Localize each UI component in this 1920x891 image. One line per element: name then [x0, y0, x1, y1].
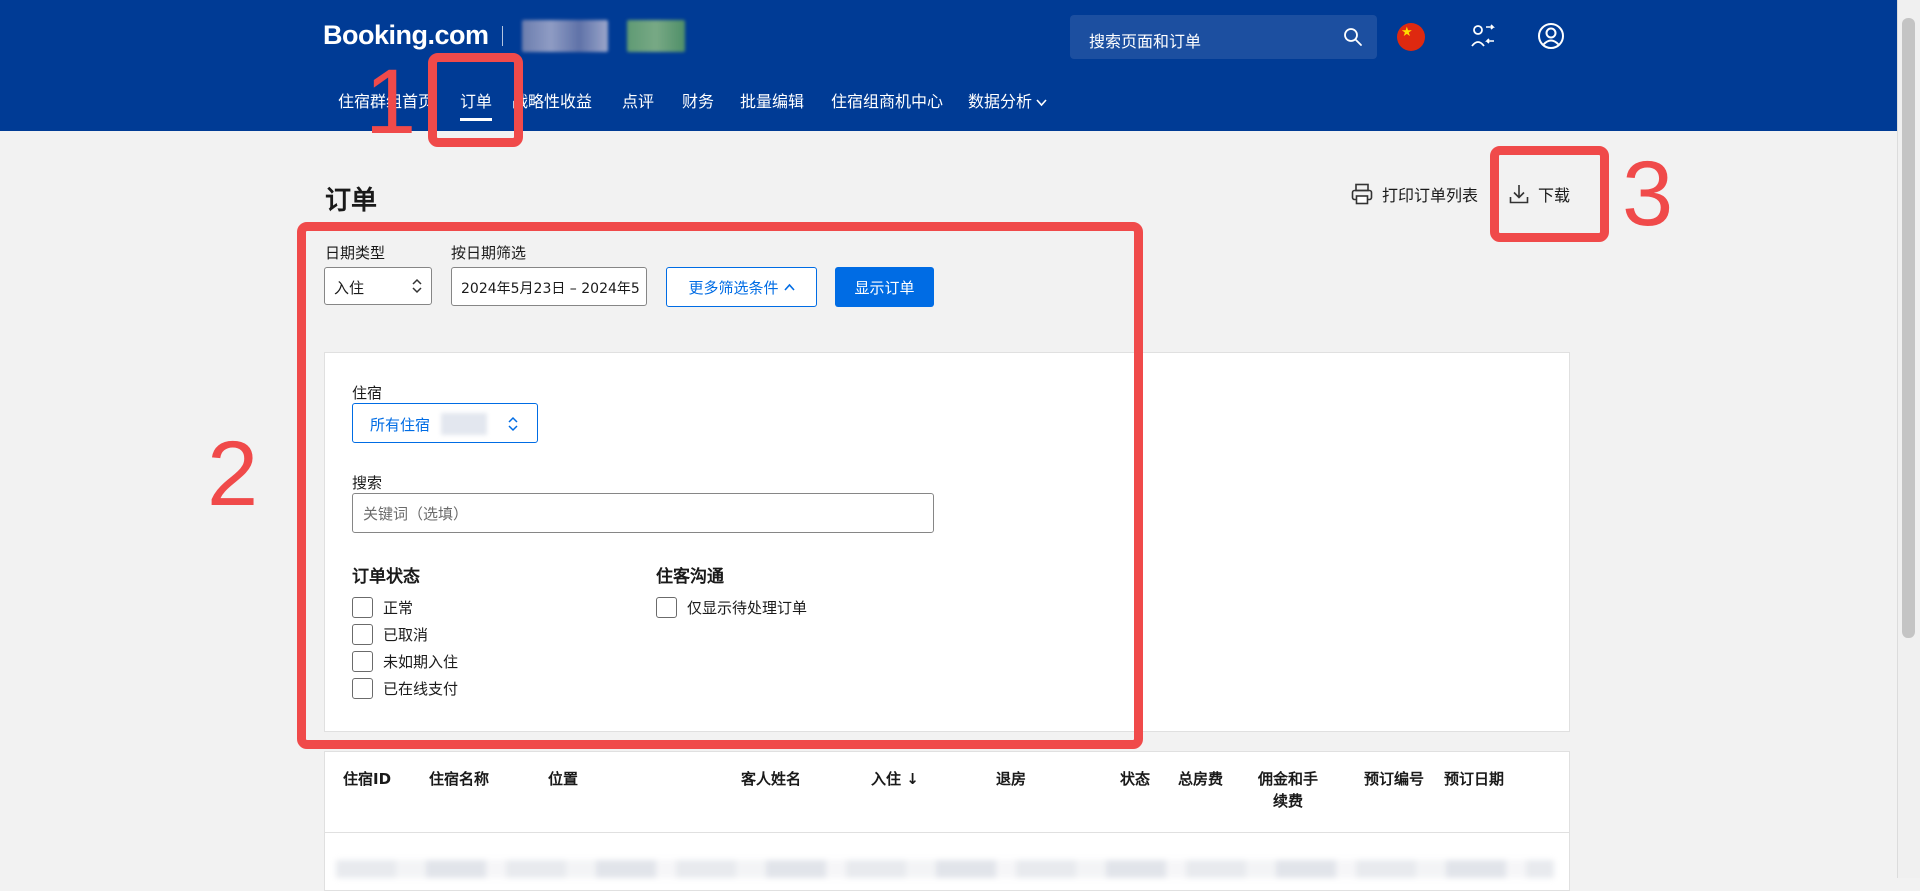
- column-header-check-out[interactable]: 退房: [996, 768, 1026, 790]
- nav-item-analytics-label: 数据分析: [968, 92, 1033, 111]
- property-name-blurred: [522, 20, 608, 52]
- nav-item-analytics[interactable]: 数据分析: [968, 88, 1047, 112]
- column-header-property-id[interactable]: 住宿ID: [343, 768, 391, 790]
- property-id-blurred: [627, 20, 685, 52]
- column-header-commission[interactable]: 佣金和手续费: [1255, 768, 1321, 812]
- annotation-number-2: 2: [207, 423, 259, 525]
- flag-star: ★: [1401, 25, 1413, 40]
- annotation-box-1: [428, 53, 523, 147]
- header-search[interactable]: 搜索页面和订单: [1070, 15, 1377, 59]
- column-header-booking-number[interactable]: 预订编号: [1364, 768, 1424, 790]
- top-header: Booking.com 搜索页面和订单 ★ 住宿群组首页 订单 战略性收益 点评…: [0, 0, 1898, 131]
- china-flag-icon[interactable]: ★: [1397, 23, 1425, 51]
- table-header-divider: [324, 832, 1570, 833]
- page-title: 订单: [325, 186, 378, 216]
- nav-item-bulk-edit[interactable]: 批量编辑: [740, 88, 804, 112]
- column-header-property-name[interactable]: 住宿名称: [429, 768, 489, 790]
- header-search-placeholder: 搜索页面和订单: [1089, 32, 1202, 51]
- logo-separator: [502, 26, 503, 46]
- vertical-scrollbar[interactable]: [1897, 0, 1920, 878]
- column-header-booking-date[interactable]: 预订日期: [1444, 768, 1504, 790]
- switch-account-icon[interactable]: [1468, 21, 1498, 51]
- column-header-guest-name[interactable]: 客人姓名: [741, 768, 801, 790]
- table-row-blurred: [336, 860, 1554, 878]
- column-header-location[interactable]: 位置: [548, 768, 578, 790]
- annotation-number-1: 1: [365, 51, 417, 153]
- annotation-box-3: [1490, 146, 1609, 242]
- column-header-status[interactable]: 状态: [1120, 768, 1150, 790]
- annotation-number-3: 3: [1622, 143, 1674, 245]
- print-order-list-label: 打印订单列表: [1382, 186, 1479, 205]
- booking-logo[interactable]: Booking.com: [323, 20, 489, 51]
- nav-item-reviews[interactable]: 点评: [622, 88, 654, 112]
- search-icon: [1344, 28, 1362, 46]
- printer-icon: [1351, 183, 1373, 205]
- scrollbar-thumb[interactable]: [1902, 18, 1915, 638]
- nav-item-opportunity-center[interactable]: 住宿组商机中心: [831, 88, 943, 112]
- column-header-total-price[interactable]: 总房费: [1178, 768, 1223, 790]
- account-icon[interactable]: [1536, 21, 1566, 51]
- chevron-down-icon: [1036, 99, 1047, 107]
- annotation-box-2: [297, 222, 1143, 749]
- print-order-list-button[interactable]: 打印订单列表: [1350, 181, 1478, 207]
- nav-item-finance[interactable]: 财务: [682, 88, 714, 112]
- column-header-check-in[interactable]: 入住 ↓: [871, 768, 919, 790]
- nav-item-revenue[interactable]: 战略性收益: [512, 88, 592, 112]
